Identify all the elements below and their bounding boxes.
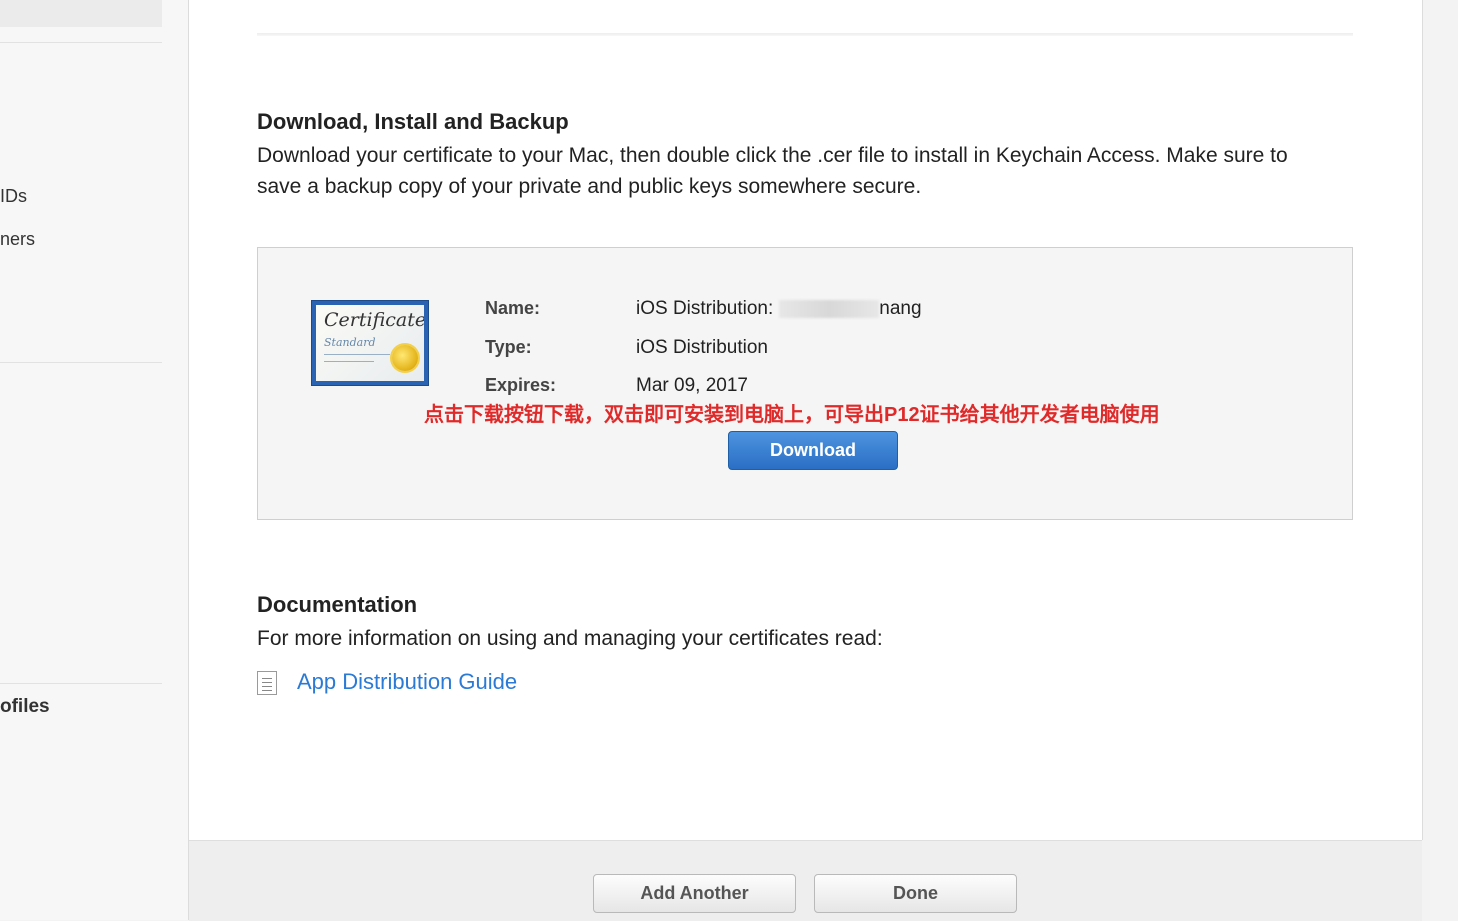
document-icon: [257, 671, 277, 695]
sidebar-item-partners[interactable]: ners: [0, 229, 35, 250]
footer-bar: Add Another Done: [189, 840, 1422, 921]
name-value: iOS Distribution: nang: [636, 298, 922, 320]
expires-label: Expires:: [485, 375, 557, 395]
install-description: Download your certificate to your Mac, t…: [257, 144, 1288, 198]
certificate-icon-line: [324, 354, 390, 355]
seal-icon: [392, 345, 418, 371]
name-label: Name:: [485, 298, 541, 318]
main-panel: Download, Install and Backup Download yo…: [189, 0, 1423, 840]
top-divider: [257, 33, 1353, 36]
name-value-prefix: iOS Distribution:: [636, 298, 774, 319]
install-heading: Download, Install and Backup: [257, 109, 569, 134]
documentation-description: For more information on using and managi…: [257, 627, 883, 650]
add-another-button[interactable]: Add Another: [593, 874, 796, 913]
sidebar-selected-item[interactable]: [0, 0, 162, 27]
name-value-tail: nang: [879, 298, 922, 319]
download-button[interactable]: Download: [728, 431, 898, 470]
app-distribution-guide-link[interactable]: App Distribution Guide: [297, 669, 517, 695]
sidebar: IDs ners ofiles: [0, 0, 189, 920]
certificate-icon-title: Certificate: [324, 309, 424, 331]
certificate-icon-subtitle: Standard: [324, 336, 376, 349]
annotation-note: 点击下载按钮下载，双击即可安装到电脑上，可导出P12证书给其他开发者电脑使用: [424, 404, 1160, 426]
certificate-icon: Certificate Standard: [311, 300, 429, 386]
documentation-heading: Documentation: [257, 592, 418, 617]
type-value: iOS Distribution: [636, 337, 768, 358]
sidebar-item-profiles[interactable]: ofiles: [0, 696, 50, 718]
sidebar-divider: [0, 42, 162, 43]
certificate-icon-line: [324, 361, 374, 362]
sidebar-item-ids[interactable]: IDs: [0, 186, 27, 207]
expires-value: Mar 09, 2017: [636, 375, 748, 396]
right-gutter: [1423, 0, 1458, 920]
sidebar-divider: [0, 362, 162, 363]
sidebar-divider: [0, 683, 162, 684]
redacted-name: [779, 299, 880, 318]
type-label: Type:: [485, 337, 532, 357]
certificate-card: Certificate Standard Name: iOS Distribut…: [257, 247, 1353, 520]
done-button[interactable]: Done: [814, 874, 1017, 913]
